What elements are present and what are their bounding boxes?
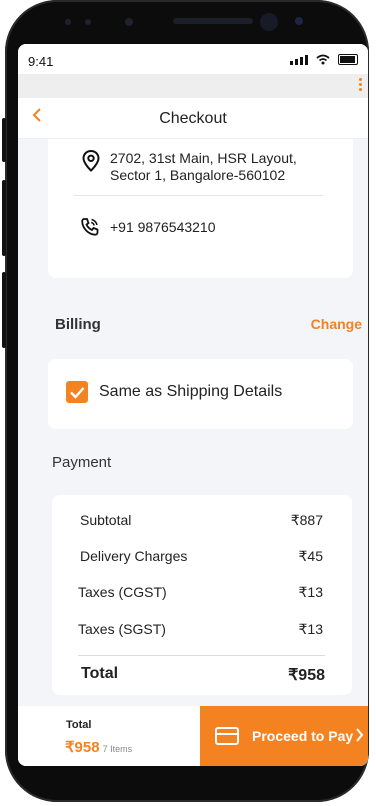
address-text: 2702, 31st Main, HSR Layout, Sector 1, B… xyxy=(110,150,297,184)
row-value: ₹887 xyxy=(290,512,323,528)
row-value: ₹13 xyxy=(298,584,323,600)
row-label: Taxes (CGST) xyxy=(78,584,167,600)
address-line-2: Sector 1, Bangalore-560102 xyxy=(110,167,286,183)
phone-number: +91 9876543210 xyxy=(110,219,216,235)
proceed-label: Proceed to Pay xyxy=(252,728,354,744)
signal-icon xyxy=(290,55,308,65)
bezel-top xyxy=(45,8,335,38)
total-value: ₹958 xyxy=(288,667,325,684)
checkout-content[interactable]: 2702, 31st Main, HSR Layout, Sector 1, B… xyxy=(18,139,368,706)
phone-frame: 9:41 Checkout 2702, 31st Main, HSR Layou… xyxy=(2,0,369,802)
battery-icon xyxy=(338,54,358,65)
chevron-right-icon xyxy=(356,728,364,742)
footer-amount-value: ₹958 xyxy=(65,739,100,756)
status-icons xyxy=(290,54,358,65)
phone-row: +91 9876543210 xyxy=(80,217,216,237)
page-header: Checkout xyxy=(18,98,368,139)
change-button[interactable]: Change xyxy=(311,316,362,332)
footer-total-amount: ₹958 7 Items xyxy=(65,738,132,756)
footer-total-label: Total xyxy=(66,719,92,731)
address-line-1: 2702, 31st Main, HSR Layout, xyxy=(110,150,297,166)
payment-summary-card: Subtotal ₹887 Delivery Charges ₹45 Taxes… xyxy=(52,495,352,695)
card-icon xyxy=(215,727,239,745)
row-label: Taxes (SGST) xyxy=(78,621,166,637)
row-label: Delivery Charges xyxy=(80,548,188,564)
side-button xyxy=(2,180,6,256)
app-topbar xyxy=(18,74,368,98)
shipping-address-card: 2702, 31st Main, HSR Layout, Sector 1, B… xyxy=(48,139,353,278)
kebab-menu-icon[interactable] xyxy=(359,78,362,91)
row-label: Subtotal xyxy=(80,512,132,528)
footer-item-count: 7 Items xyxy=(102,744,133,754)
row-value: ₹45 xyxy=(298,548,323,564)
total-label: Total xyxy=(81,665,119,682)
wifi-icon xyxy=(316,54,330,65)
divider xyxy=(78,655,325,656)
same-as-shipping-checkbox[interactable] xyxy=(66,381,88,403)
screen: 9:41 Checkout 2702, 31st Main, HSR Layou… xyxy=(18,44,368,766)
row-value: ₹13 xyxy=(298,621,323,637)
payment-title: Payment xyxy=(52,454,112,471)
checkmark-icon xyxy=(70,387,85,399)
side-button xyxy=(2,118,6,162)
location-pin-icon xyxy=(82,150,100,172)
side-button xyxy=(2,272,6,348)
checkout-footer: Total ₹958 7 Items Proceed to Pay xyxy=(18,706,368,766)
status-bar: 9:41 xyxy=(18,44,368,74)
billing-card: Same as Shipping Details xyxy=(48,359,353,429)
address-row: 2702, 31st Main, HSR Layout, Sector 1, B… xyxy=(82,150,297,184)
phone-call-icon xyxy=(81,218,99,236)
proceed-to-pay-button[interactable]: Proceed to Pay xyxy=(200,706,368,766)
same-as-shipping-label[interactable]: Same as Shipping Details xyxy=(99,383,282,401)
divider xyxy=(74,195,323,196)
status-time: 9:41 xyxy=(28,54,54,69)
page-title: Checkout xyxy=(159,110,227,127)
billing-title: Billing xyxy=(55,316,101,333)
